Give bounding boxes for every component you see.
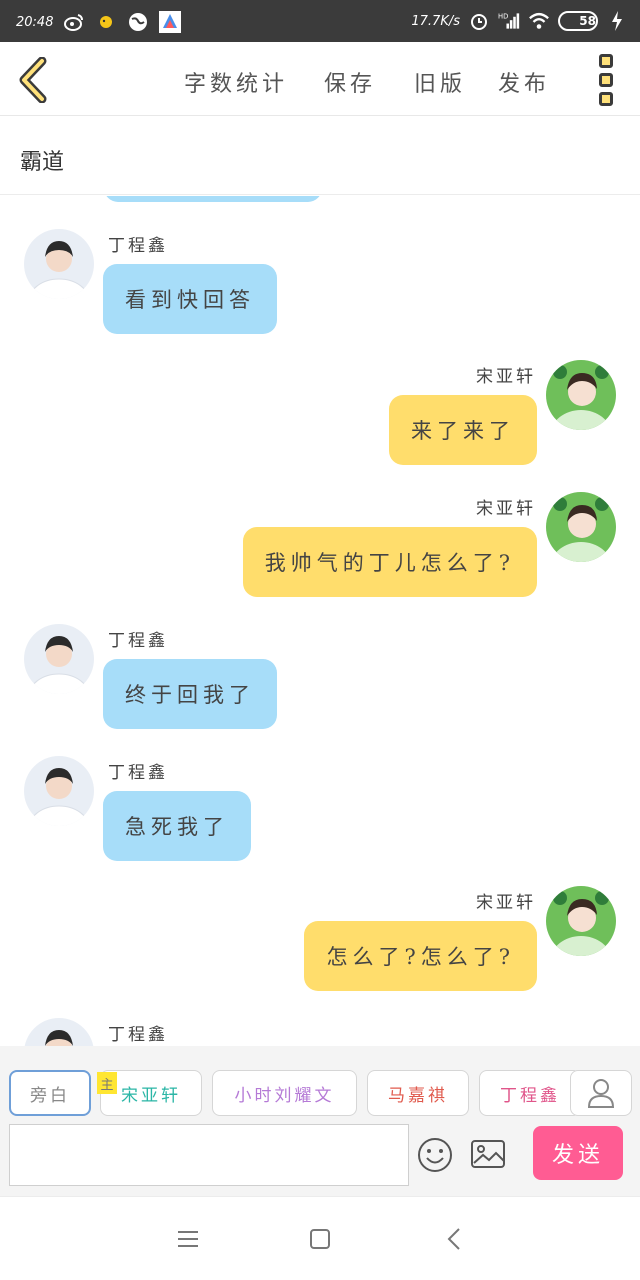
speaker-name: 宋亚轩 [476, 893, 536, 913]
message-bubble[interactable]: 来了来了 [389, 395, 537, 465]
charging-icon [606, 10, 628, 32]
more-dot-icon [599, 92, 613, 106]
back-arrow-icon [447, 1228, 460, 1250]
message-bubble[interactable]: 我帅气的丁儿怎么了? [242, 527, 537, 597]
alarm-icon [468, 10, 490, 32]
avatar-song-yaxuan[interactable] [546, 360, 616, 430]
publish-button[interactable]: 发布 [498, 66, 550, 98]
speaker-name: 丁程鑫 [108, 1025, 168, 1045]
main-role-tag: 主 [97, 1072, 117, 1094]
status-bar: 20:48 17.7K/s HD 58 [0, 0, 640, 42]
status-right: 17.7K/s HD 58 [411, 10, 628, 32]
chevron-left-icon [19, 57, 47, 103]
image-button[interactable] [470, 1138, 506, 1170]
avatar-ding-chengxin[interactable] [24, 229, 94, 299]
avatar-song-yaxuan[interactable] [546, 492, 616, 562]
menu-nav-button[interactable] [168, 1221, 208, 1257]
back-button[interactable] [14, 56, 54, 104]
chat-area[interactable]: 丁程鑫 看到快回答 宋亚轩 来了来了 宋亚轩 我帅气的丁儿怎么了? 丁程鑫 终于回我了 丁程鑫急… [0, 196, 640, 1046]
network-speed: 17.7K/s [411, 13, 460, 29]
role-chip-ma-jiaqi[interactable]: 马嘉祺 [367, 1070, 469, 1116]
speaker-name: 丁程鑫 [108, 236, 168, 256]
avatar-ding-chengxin[interactable] [24, 1018, 94, 1046]
role-chip-narration[interactable]: 旁白 [9, 1070, 91, 1116]
role-chip-label: 宋亚轩 [121, 1085, 181, 1106]
avatar-song-yaxuan[interactable] [546, 886, 616, 956]
role-manager-button[interactable] [570, 1070, 632, 1116]
app-root: 20:48 17.7K/s HD 58 字数统计 保存 旧版 发布 霸道 丁程鑫… [0, 0, 640, 1280]
speaker-name: 宋亚轩 [476, 499, 536, 519]
wifi-icon [528, 10, 550, 32]
speaker-name: 丁程鑫 [108, 763, 168, 783]
speaker-name: 丁程鑫 [108, 631, 168, 651]
globe-icon [127, 11, 149, 33]
message-bubble-partial [104, 196, 322, 202]
role-selector: 旁白 宋亚轩 小时刘耀文 马嘉祺 丁程鑫 [0, 1046, 640, 1122]
emoji-icon [418, 1138, 452, 1172]
emoji-button[interactable] [416, 1136, 454, 1174]
more-dot-icon [599, 54, 613, 68]
home-nav-button[interactable] [300, 1221, 340, 1257]
more-dot-icon [599, 73, 613, 87]
story-title: 霸道 [20, 150, 65, 175]
message-input[interactable] [9, 1124, 409, 1186]
role-chip-ding-chengxin[interactable]: 丁程鑫 [479, 1070, 581, 1116]
battery-indicator: 58 [558, 11, 598, 31]
word-count-button[interactable]: 字数统计 [184, 66, 288, 98]
svg-text:HD: HD [498, 12, 508, 20]
status-time: 20:48 [16, 14, 54, 30]
signal-icon: HD [498, 10, 520, 32]
menu-icon [178, 1231, 198, 1247]
status-left: 20:48 [16, 11, 182, 33]
role-chip-label: 丁程鑫 [500, 1085, 560, 1106]
avatar-ding-chengxin[interactable] [24, 624, 94, 694]
app-notification-icon [95, 11, 117, 33]
editor-toolbar: 字数统计 保存 旧版 发布 [0, 42, 640, 116]
send-button[interactable]: 发送 [533, 1126, 623, 1180]
role-chip-liu-yaowen[interactable]: 小时刘耀文 [212, 1070, 357, 1116]
role-chip-label: 马嘉祺 [388, 1085, 448, 1106]
battery-level: 58 [579, 14, 596, 28]
save-button[interactable]: 保存 [324, 66, 376, 98]
image-icon [471, 1140, 505, 1168]
message-bubble[interactable]: 急死我了 [103, 791, 251, 861]
message-bubble[interactable]: 看到快回答 [103, 264, 277, 334]
input-bar: 发送 [0, 1122, 640, 1196]
old-version-button[interactable]: 旧版 [414, 66, 466, 98]
message-bubble[interactable]: 怎么了?怎么了? [304, 921, 537, 991]
message-bubble[interactable]: 终于回我了 [103, 659, 277, 729]
story-title-bar[interactable]: 霸道 [0, 117, 640, 195]
back-nav-button[interactable] [434, 1221, 474, 1257]
store-icon [159, 11, 182, 33]
person-icon [587, 1079, 615, 1108]
avatar-ding-chengxin[interactable] [24, 756, 94, 826]
square-icon [310, 1229, 330, 1249]
speaker-name: 宋亚轩 [476, 367, 536, 387]
system-nav-bar [0, 1196, 640, 1280]
more-menu-button[interactable] [594, 54, 618, 106]
weibo-icon [63, 11, 85, 33]
role-chip-label: 小时刘耀文 [234, 1085, 335, 1106]
